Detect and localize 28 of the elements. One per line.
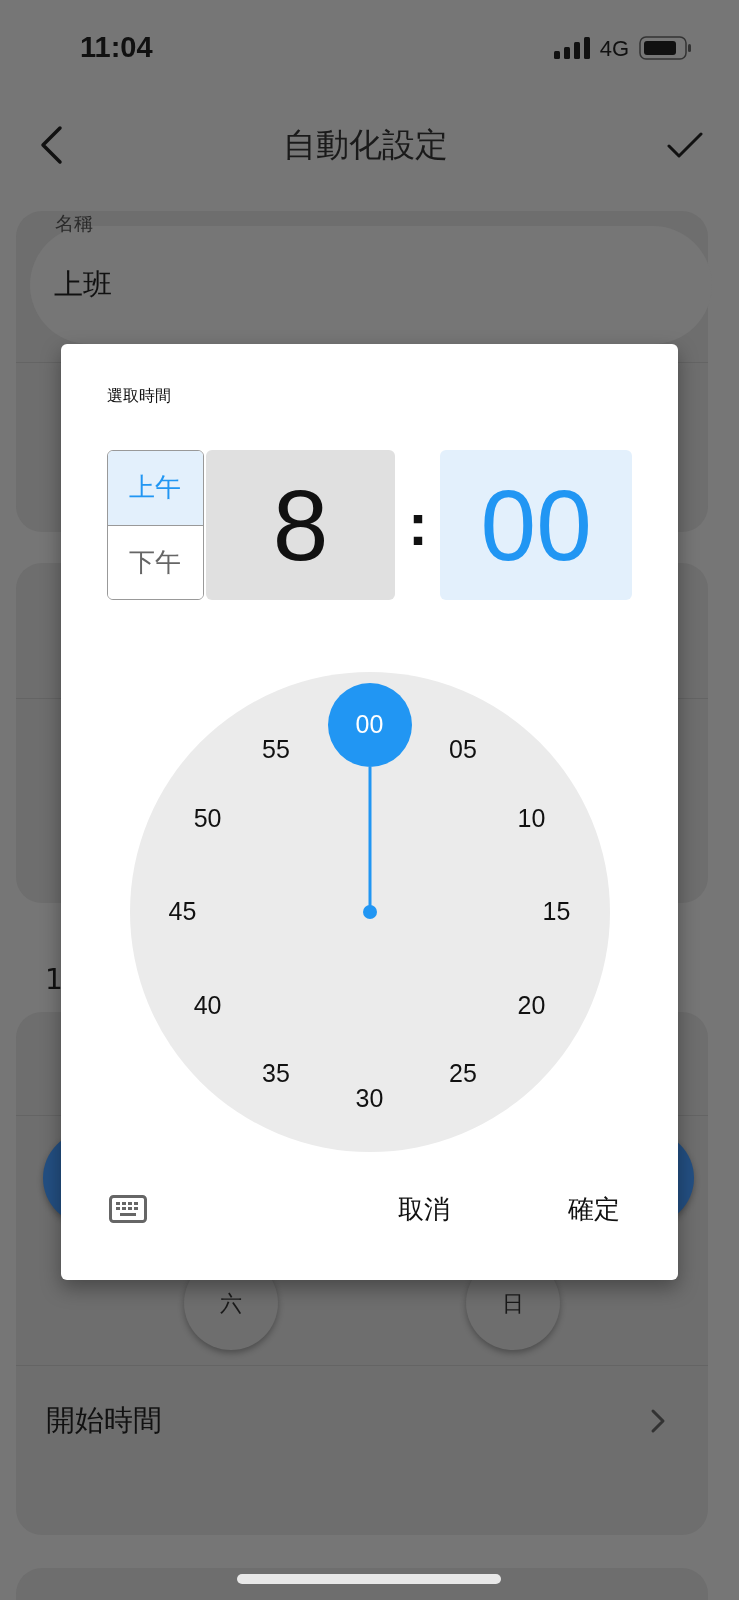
- minute-option[interactable]: 10: [501, 798, 562, 839]
- confirm-button[interactable]: 確定: [560, 1185, 628, 1233]
- dialog-title: 選取時間: [107, 385, 172, 407]
- minute-option[interactable]: 45: [152, 892, 213, 932]
- battery-icon: [639, 36, 691, 60]
- section-label: 1: [45, 963, 63, 996]
- signal-icon: [553, 37, 590, 59]
- minute-option[interactable]: 25: [433, 1053, 493, 1094]
- minute-option[interactable]: 40: [177, 985, 238, 1026]
- page-title: 自動化設定: [283, 124, 448, 167]
- network-label: 4G: [599, 34, 629, 63]
- hour-field[interactable]: 8: [205, 450, 396, 600]
- chevron-right-icon: [650, 1408, 666, 1434]
- time-separator: :: [406, 490, 429, 560]
- minute-option[interactable]: 50: [177, 798, 238, 839]
- start-time-label[interactable]: 開始時間: [46, 1399, 162, 1443]
- check-icon[interactable]: [667, 131, 703, 159]
- period-option[interactable]: 下午: [108, 524, 203, 599]
- cancel-button[interactable]: 取消: [390, 1185, 458, 1233]
- status-time: 11:04: [80, 30, 153, 66]
- minute-option[interactable]: 55: [246, 730, 306, 771]
- minute-option[interactable]: 05: [433, 730, 493, 771]
- minute-option[interactable]: 35: [246, 1053, 306, 1094]
- minute-option[interactable]: 20: [501, 985, 562, 1026]
- back-icon[interactable]: [38, 125, 64, 165]
- keyboard-icon[interactable]: [109, 1195, 147, 1223]
- minute-option[interactable]: 15: [526, 892, 587, 932]
- minute-option[interactable]: 30: [339, 1079, 400, 1119]
